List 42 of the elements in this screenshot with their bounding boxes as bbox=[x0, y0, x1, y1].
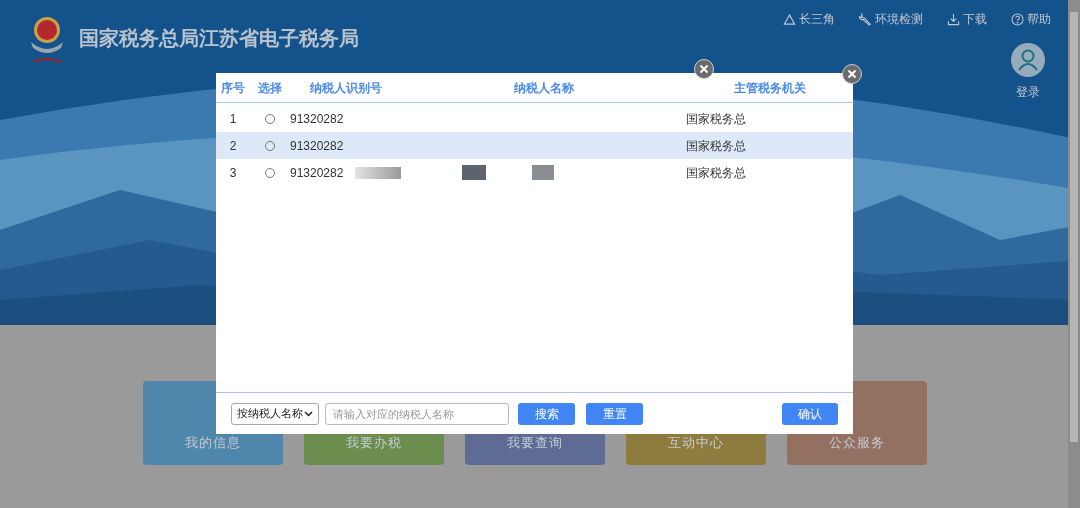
card-label: 我的信息 bbox=[185, 433, 241, 452]
card-label: 公众服务 bbox=[829, 433, 885, 452]
chevron-down-icon bbox=[304, 410, 313, 417]
top-link[interactable]: 帮助 bbox=[1011, 10, 1051, 28]
table-cell: 国家税务总 bbox=[686, 165, 746, 180]
help-icon bbox=[1011, 12, 1024, 26]
card-label: 互动中心 bbox=[668, 433, 724, 452]
triangle-icon bbox=[783, 12, 796, 26]
table-cell: 国家税务总 bbox=[686, 111, 746, 126]
wrench-icon bbox=[859, 12, 872, 26]
login-link[interactable]: 登录 bbox=[1016, 83, 1040, 101]
card-label: 我要查询 bbox=[507, 433, 563, 452]
redaction-blur bbox=[355, 166, 402, 179]
top-link[interactable]: 下载 bbox=[947, 10, 987, 28]
redaction-blur bbox=[532, 165, 554, 180]
card-label: 我要办税 bbox=[346, 433, 402, 452]
top-link[interactable]: 长三角 bbox=[783, 10, 835, 28]
user-avatar-icon[interactable] bbox=[1011, 43, 1045, 77]
search-type-select[interactable]: 按纳税人名称 bbox=[231, 402, 319, 425]
table-cell: 国家税务总 bbox=[686, 138, 746, 153]
column-header: 纳税人名称 bbox=[514, 79, 574, 97]
close-icon[interactable] bbox=[694, 59, 714, 79]
search-field[interactable]: 请输入对应的纳税人名称 bbox=[325, 402, 509, 425]
column-header: 主管税务机关 bbox=[733, 79, 806, 97]
table-cell-text: 1 bbox=[229, 110, 237, 128]
column-header: 序号 bbox=[221, 79, 245, 97]
reset-button[interactable]: 重置 bbox=[586, 402, 643, 425]
top-link[interactable]: 环境检测 bbox=[859, 10, 923, 28]
download-icon bbox=[947, 12, 960, 26]
close-icon[interactable] bbox=[842, 64, 862, 84]
confirm-button[interactable]: 确认 bbox=[782, 402, 838, 425]
table-cell-text: 91320282 bbox=[290, 110, 344, 128]
column-header: 纳税人识别号 bbox=[310, 79, 382, 97]
table-row[interactable]: 2 91320282 国家税务总 bbox=[216, 132, 853, 159]
table-cell-text: 91320282 bbox=[290, 164, 344, 182]
search-button[interactable]: 搜索 bbox=[518, 402, 575, 425]
site-title: 国家税务总局江苏省电子税务局 bbox=[79, 26, 359, 51]
table-cell-text: 3 bbox=[229, 164, 237, 182]
redaction-blur bbox=[462, 165, 486, 180]
table-cell-text: 2 bbox=[229, 137, 237, 155]
column-header: 选择 bbox=[258, 79, 282, 97]
table-cell-text: 91320282 bbox=[290, 137, 344, 155]
